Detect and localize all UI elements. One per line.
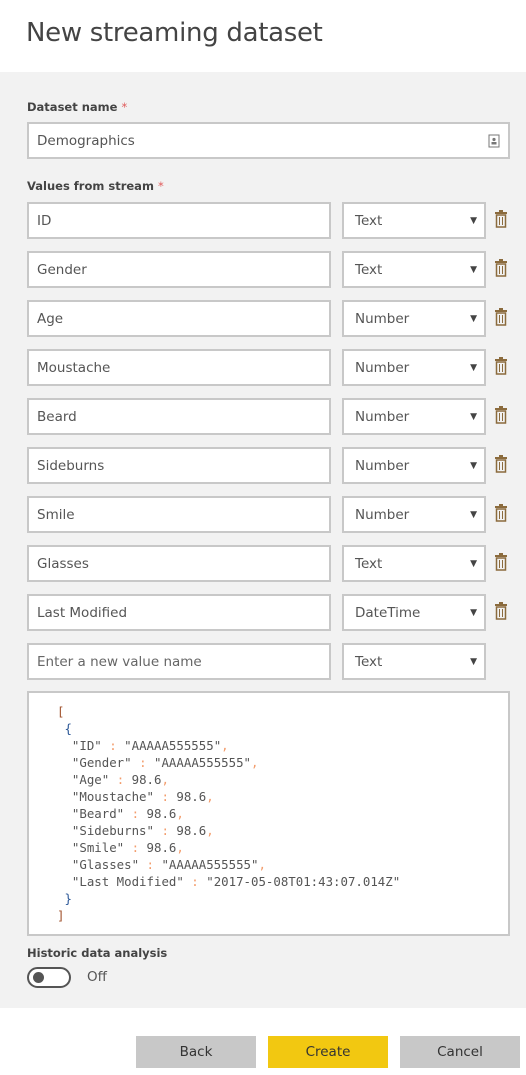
field-type-value: Number [355, 506, 410, 523]
chevron-down-icon: ▼ [470, 509, 477, 520]
json-value: 98.6 [131, 772, 162, 787]
field-type-select[interactable]: Number ▼ [342, 447, 486, 484]
json-value: "AAAAA555555" [161, 857, 259, 872]
required-marker: * [157, 179, 164, 193]
field-type-value: Number [355, 310, 410, 327]
json-key: "Smile" [71, 840, 125, 855]
chevron-down-icon: ▼ [470, 656, 477, 667]
cancel-button[interactable]: Cancel [400, 1036, 520, 1068]
field-name-input[interactable]: Moustache [27, 349, 331, 386]
delete-icon[interactable] [494, 259, 508, 277]
field-type-value: Text [355, 555, 383, 572]
chevron-down-icon: ▼ [470, 362, 477, 373]
field-name-value: Glasses [37, 555, 89, 572]
json-sample: [ { "ID" : "AAAAA555555", "Gender" : "AA… [27, 691, 510, 936]
field-name-input[interactable]: Sideburns [27, 447, 331, 484]
field-name-value: Beard [37, 408, 77, 425]
field-name-input[interactable]: Beard [27, 398, 331, 435]
chevron-down-icon: ▼ [470, 264, 477, 275]
json-key: "Age" [71, 772, 110, 787]
field-name-value: Smile [37, 506, 75, 523]
contact-card-icon [488, 134, 500, 147]
field-name-value: Last Modified [37, 604, 128, 621]
values-label-text: Values from stream [27, 179, 154, 193]
json-key: "Gender" [71, 755, 132, 770]
toggle-knob [33, 972, 44, 983]
field-type-value: Number [355, 408, 410, 425]
field-name-input[interactable]: Gender [27, 251, 331, 288]
json-key: "Last Modified" [71, 874, 184, 889]
field-name-input[interactable]: Smile [27, 496, 331, 533]
back-button[interactable]: Back [136, 1036, 256, 1068]
field-type-select[interactable]: Text ▼ [342, 251, 486, 288]
new-value-name-input[interactable]: Enter a new value name [27, 643, 331, 680]
delete-icon[interactable] [494, 308, 508, 326]
json-value: "AAAAA555555" [124, 738, 222, 753]
field-type-value: DateTime [355, 604, 421, 621]
historic-data-label: Historic data analysis [27, 946, 168, 960]
chevron-down-icon: ▼ [470, 460, 477, 471]
field-type-select[interactable]: Number ▼ [342, 398, 486, 435]
json-value: 98.6 [176, 823, 207, 838]
field-type-select[interactable]: Number ▼ [342, 349, 486, 386]
new-field-type-select[interactable]: Text ▼ [342, 643, 486, 680]
field-name-value: Moustache [37, 359, 111, 376]
delete-icon[interactable] [494, 602, 508, 620]
field-type-select[interactable]: Number ▼ [342, 300, 486, 337]
values-from-stream-label: Values from stream * [27, 179, 164, 193]
field-type-value: Number [355, 457, 410, 474]
json-value: 98.6 [146, 806, 177, 821]
dataset-name-label: Dataset name * [27, 100, 127, 114]
field-type-select[interactable]: Text ▼ [342, 202, 486, 239]
json-value: "AAAAA555555" [154, 755, 251, 770]
json-key: "Sideburns" [71, 823, 154, 838]
json-key: "Glasses" [71, 857, 140, 872]
historic-data-toggle[interactable] [27, 967, 71, 988]
json-key: "ID" [71, 738, 102, 753]
field-type-value: Text [355, 261, 383, 278]
field-name-input[interactable]: Glasses [27, 545, 331, 582]
chevron-down-icon: ▼ [470, 215, 477, 226]
field-name-value: ID [37, 212, 52, 229]
new-value-placeholder: Enter a new value name [37, 653, 202, 670]
delete-icon[interactable] [494, 504, 508, 522]
field-type-select[interactable]: DateTime ▼ [342, 594, 486, 631]
json-value: 98.6 [146, 840, 177, 855]
field-type-value: Number [355, 359, 410, 376]
delete-icon[interactable] [494, 406, 508, 424]
chevron-down-icon: ▼ [470, 607, 477, 618]
field-name-input[interactable]: ID [27, 202, 331, 239]
field-type-select[interactable]: Number ▼ [342, 496, 486, 533]
field-type-value: Text [355, 212, 383, 229]
delete-icon[interactable] [494, 455, 508, 473]
field-name-value: Sideburns [37, 457, 105, 474]
field-name-input[interactable]: Last Modified [27, 594, 331, 631]
json-key: "Moustache" [71, 789, 154, 804]
dataset-name-input[interactable]: Demographics [27, 122, 510, 159]
chevron-down-icon: ▼ [470, 411, 477, 422]
delete-icon[interactable] [494, 357, 508, 375]
field-type-value: Text [355, 653, 383, 670]
delete-icon[interactable] [494, 210, 508, 228]
chevron-down-icon: ▼ [470, 313, 477, 324]
required-marker: * [121, 100, 128, 114]
chevron-down-icon: ▼ [470, 558, 477, 569]
json-key: "Beard" [71, 806, 125, 821]
page-title: New streaming dataset [26, 18, 323, 48]
field-name-value: Age [37, 310, 64, 327]
create-button[interactable]: Create [268, 1036, 388, 1068]
dataset-name-value: Demographics [37, 132, 135, 149]
json-value: 98.6 [176, 789, 207, 804]
field-name-input[interactable]: Age [27, 300, 331, 337]
field-name-value: Gender [37, 261, 87, 278]
dataset-name-label-text: Dataset name [27, 100, 118, 114]
field-type-select[interactable]: Text ▼ [342, 545, 486, 582]
delete-icon[interactable] [494, 553, 508, 571]
toggle-state: Off [87, 969, 107, 985]
json-value: "2017-05-08T01:43:07.014Z" [206, 874, 401, 889]
